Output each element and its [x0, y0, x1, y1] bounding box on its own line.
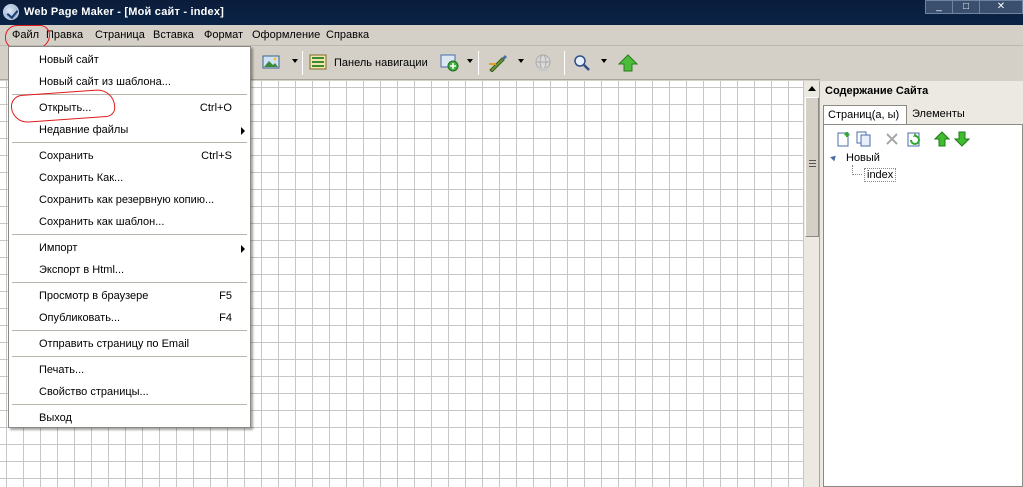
pages-tree-area: Новый index [823, 124, 1023, 487]
menu-separator [12, 282, 247, 283]
menu-separator [12, 330, 247, 331]
toolbar-separator [478, 51, 479, 75]
menu-item-label: Экспорт в Html... [39, 264, 125, 276]
menu-item-label: Новый сайт [39, 54, 99, 66]
scrollbar-grip [809, 160, 816, 168]
menu-item-save-as[interactable]: Сохранить Как... [9, 167, 250, 187]
zoom-dropdown-caret[interactable] [601, 59, 607, 63]
toolbar-separator [564, 51, 565, 75]
menu-separator [12, 234, 247, 235]
submenu-arrow-icon [241, 127, 245, 135]
navigation-panel-icon[interactable] [309, 54, 327, 70]
zoom-icon[interactable] [573, 54, 591, 71]
delete-icon[interactable] [884, 131, 900, 147]
menu-item-save[interactable]: Сохранить Ctrl+S [9, 145, 250, 165]
menu-item-label: Сохранить как шаблон... [39, 216, 165, 228]
menu-item-save-as-template[interactable]: Сохранить как шаблон... [9, 211, 250, 231]
menu-item-page-properties[interactable]: Свойство страницы... [9, 381, 250, 401]
menu-item-shortcut: F4 [219, 312, 232, 324]
move-down-arrow-icon[interactable] [953, 131, 971, 147]
menu-insert[interactable]: Вставка [153, 29, 194, 41]
site-content-panel: Содержание Сайта Страниц(а, ы) Элементы … [819, 81, 1023, 487]
menu-page[interactable]: Страница [95, 29, 145, 41]
menu-item-label: Выход [39, 412, 72, 424]
scroll-up-arrow-icon[interactable] [808, 86, 816, 91]
title-bar: Web Page Maker - [Мой сайт - index] _ □ … [0, 0, 1023, 25]
menu-help[interactable]: Справка [326, 29, 369, 41]
menu-design[interactable]: Оформление [252, 29, 320, 41]
menu-item-exit[interactable]: Выход [9, 407, 250, 427]
menu-item-label: Новый сайт из шаблона... [39, 76, 171, 88]
menu-format[interactable]: Формат [204, 29, 243, 41]
minimize-button[interactable]: _ [925, 0, 953, 14]
tree-root-site[interactable]: Новый [846, 152, 880, 164]
menu-separator [12, 404, 247, 405]
menu-item-shortcut: F5 [219, 290, 232, 302]
menu-item-label: Печать... [39, 364, 85, 376]
menu-item-print[interactable]: Печать... [9, 359, 250, 379]
brush-icon[interactable] [488, 54, 507, 73]
menu-separator [12, 142, 247, 143]
panel-title: Содержание Сайта [825, 85, 929, 97]
menu-item-label: Просмотр в браузере [39, 290, 149, 302]
menu-item-import[interactable]: Импорт [9, 237, 250, 257]
menu-item-publish[interactable]: Опубликовать... F4 [9, 307, 250, 327]
tab-pages[interactable]: Страниц(а, ы) [823, 105, 907, 125]
file-menu-dropdown: Новый сайт Новый сайт из шаблона... Откр… [8, 46, 251, 428]
image-icon[interactable] [262, 54, 280, 70]
menu-item-label: Свойство страницы... [39, 386, 149, 398]
menu-item-export-html[interactable]: Экспорт в Html... [9, 259, 250, 279]
vertical-scrollbar[interactable] [803, 81, 819, 487]
new-page-icon[interactable] [836, 131, 852, 147]
window-title: Web Page Maker - [Мой сайт - index] [24, 6, 225, 18]
menu-item-label: Сохранить [39, 150, 94, 162]
insert-object-icon[interactable] [440, 54, 459, 72]
menu-item-label: Отправить страницу по Email [39, 338, 190, 350]
menu-item-shortcut: Ctrl+S [201, 150, 232, 162]
navigation-panel-label[interactable]: Панель навигации [334, 57, 428, 69]
page-properties-icon[interactable] [906, 131, 922, 147]
menu-item-label: Опубликовать... [39, 312, 121, 324]
tree-collapse-arrow-icon[interactable] [830, 153, 838, 162]
tab-elements[interactable]: Элементы [908, 105, 978, 125]
maximize-button[interactable]: □ [952, 0, 980, 14]
menu-item-label: Сохранить Как... [39, 172, 124, 184]
globe-icon [534, 54, 552, 71]
object-dropdown-caret[interactable] [467, 59, 473, 63]
menu-item-preview-browser[interactable]: Просмотр в браузере F5 [9, 285, 250, 305]
menu-edit[interactable]: Правка [46, 29, 83, 41]
move-up-arrow-icon[interactable] [933, 131, 951, 147]
submenu-arrow-icon [241, 245, 245, 253]
menu-item-label: Импорт [39, 242, 78, 254]
menu-item-shortcut: Ctrl+O [199, 102, 232, 114]
upload-arrow-icon[interactable] [617, 54, 639, 72]
brush-dropdown-caret[interactable] [518, 59, 524, 63]
scrollbar-thumb[interactable] [805, 97, 819, 237]
toolbar-separator [302, 51, 303, 75]
menu-item-send-email[interactable]: Отправить страницу по Email [9, 333, 250, 353]
menu-bar: Файл Правка Страница Вставка Формат Офор… [0, 25, 1023, 46]
tree-connector [852, 165, 862, 175]
menu-item-new-from-template[interactable]: Новый сайт из шаблона... [9, 71, 250, 91]
tree-page-index[interactable]: index [864, 168, 897, 182]
menu-item-recent-files[interactable]: Недавние файлы [9, 119, 250, 139]
app-logo-icon[interactable] [3, 4, 19, 20]
menu-item-label: Недавние файлы [39, 124, 129, 136]
close-button[interactable]: ✕ [979, 0, 1023, 14]
menu-separator [12, 356, 247, 357]
menu-item-save-backup[interactable]: Сохранить как резервную копию... [9, 189, 250, 209]
menu-item-label: Сохранить как резервную копию... [39, 194, 215, 206]
image-dropdown-caret[interactable] [292, 59, 298, 63]
copy-page-icon[interactable] [856, 131, 872, 147]
menu-item-new-site[interactable]: Новый сайт [9, 49, 250, 69]
